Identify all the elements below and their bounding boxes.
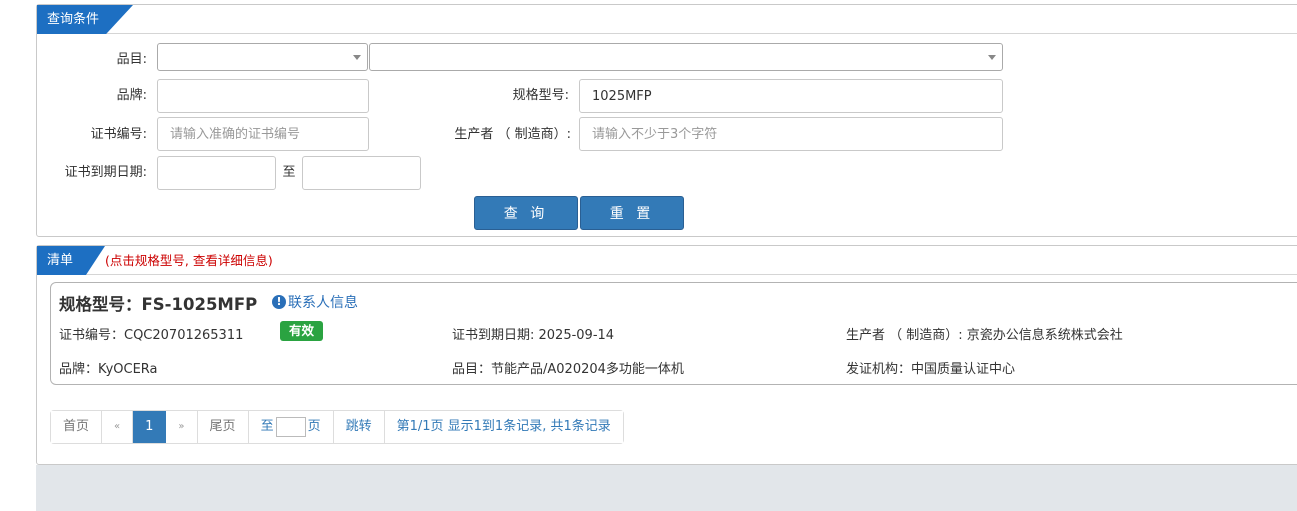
contact-info-label: 联系人信息 [288,295,358,311]
page-background [36,465,1297,511]
producer-input[interactable] [579,117,1003,151]
expiry-start-input[interactable] [157,156,276,190]
chevron-down-icon [353,55,361,60]
expiry-label: 证书到期日期: [64,165,147,180]
pagination-summary: 第1/1页 显示1到1条记录, 共1条记录 [384,411,623,443]
expiry-end-input[interactable] [302,156,421,190]
expiry-to-label: 至 [282,165,296,180]
list-panel: 清单 (点击规格型号, 查看详细信息) 规格型号：FS-1025MFP ! 联系… [36,245,1297,465]
list-panel-header: 清单 (点击规格型号, 查看详细信息) [37,246,1297,275]
category-label: 品目: [116,52,147,67]
pagination-goto-suffix: 页 [307,419,321,434]
reset-button[interactable]: 重 置 [580,196,684,230]
search-button[interactable]: 查 询 [474,196,578,230]
pagination-goto-input[interactable] [275,417,306,437]
category-select-secondary[interactable] [369,43,1003,71]
cert-no-input[interactable] [157,117,369,151]
model-title-link[interactable]: 规格型号：FS-1025MFP [59,291,257,315]
pagination-next[interactable]: » [166,411,198,443]
query-panel: 查询条件 品目: 品牌: 规格型号: 证书编号: 生产者 （ 制造商）: 证书到… [36,4,1297,237]
category-select-primary[interactable] [157,43,368,71]
cert-no-value: 证书编号：CQC20701265311 [59,328,244,343]
brand-label: 品牌: [116,88,147,103]
category-value: 品目：节能产品/A020204多功能一体机 [452,362,684,377]
brand-value: 品牌：KyOCERa [59,362,158,377]
info-icon: ! [272,295,286,309]
producer-label: 生产者 （ 制造商）: [454,127,571,142]
model-input[interactable] [579,79,1003,113]
pagination-goto-prefix: 至 [260,419,274,434]
list-tab-label: 清单 [37,246,105,275]
pagination-jump-button[interactable]: 跳转 [333,411,385,443]
pagination-first[interactable]: 首页 [51,411,103,443]
result-card: 规格型号：FS-1025MFP ! 联系人信息 证书编号：CQC20701265… [50,282,1297,385]
contact-info-link[interactable]: ! 联系人信息 [272,292,358,312]
query-panel-header: 查询条件 [37,5,1297,34]
pagination-current[interactable]: 1 [133,411,167,443]
issuer-value: 发证机构：中国质量认证中心 [846,362,1016,377]
pagination-prev[interactable]: « [102,411,134,443]
query-tab-label: 查询条件 [37,5,133,34]
expiry-value: 证书到期日期: 2025-09-14 [452,328,615,343]
pagination-last[interactable]: 尾页 [197,411,249,443]
pagination-goto: 至 页 [248,411,334,443]
cert-no-label: 证书编号: [90,127,147,142]
brand-input[interactable] [157,79,369,113]
model-label: 规格型号: [512,88,569,103]
pagination: 首页 « 1 » 尾页 至 页 跳转 第1/1页 显示1到1条记录, 共1条记录 [50,410,624,444]
status-badge: 有效 [280,321,324,341]
chevron-down-icon [988,55,996,60]
producer-value: 生产者 （ 制造商）: 京瓷办公信息系统株式会社 [846,328,1123,343]
list-hint: (点击规格型号, 查看详细信息) [105,253,273,268]
